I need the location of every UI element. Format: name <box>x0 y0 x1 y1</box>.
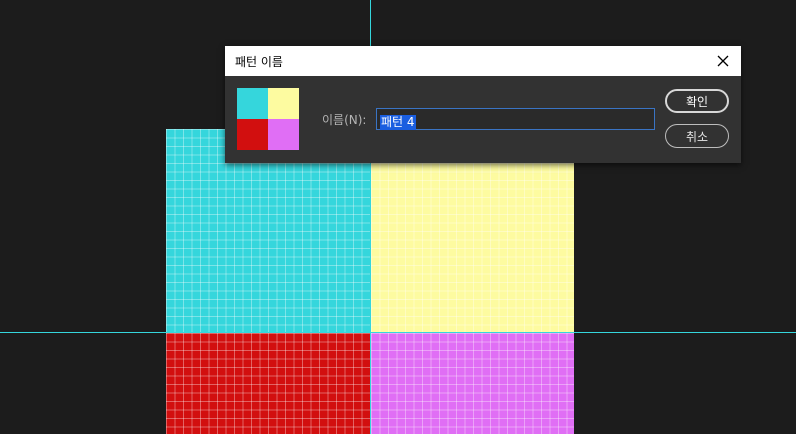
pattern-preview <box>237 88 299 150</box>
preview-swatch-cyan <box>237 88 268 119</box>
close-icon[interactable] <box>713 51 733 71</box>
pattern-name-value: 패턴 4 <box>380 115 416 130</box>
ok-button[interactable]: 확인 <box>665 89 729 113</box>
dialog-titlebar[interactable]: 패턴 이름 <box>225 46 741 76</box>
pattern-tile-red <box>166 333 370 434</box>
preview-swatch-yellow <box>268 88 299 119</box>
name-label: 이름(N): <box>322 113 367 127</box>
preview-swatch-violet <box>268 119 299 150</box>
pattern-name-dialog: 패턴 이름 이름(N): 패턴 4 확인 취소 <box>225 46 741 163</box>
pattern-tile-violet <box>371 333 574 434</box>
cancel-button[interactable]: 취소 <box>665 124 729 148</box>
preview-swatch-red <box>237 119 268 150</box>
horizontal-guide-line[interactable] <box>0 332 796 333</box>
pattern-name-input[interactable]: 패턴 4 <box>376 108 655 130</box>
dialog-title: 패턴 이름 <box>235 54 283 69</box>
